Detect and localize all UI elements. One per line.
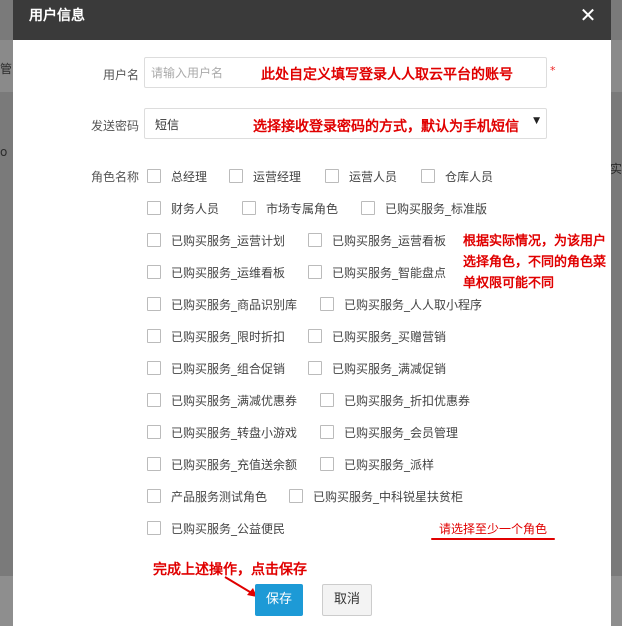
- role-label: 运营人员: [349, 169, 398, 184]
- checkbox-box[interactable]: [147, 393, 161, 407]
- role-checkbox[interactable]: 已购买服务_标准版: [361, 199, 487, 217]
- role-checkbox[interactable]: 已购买服务_运营看板: [308, 231, 446, 249]
- role-checkbox[interactable]: 总经理: [147, 167, 207, 185]
- role-label: 总经理: [171, 169, 208, 184]
- role-label: 已购买服务_会员管理: [344, 425, 459, 440]
- roles-validation-hint: 请选择至少一个角色: [439, 522, 548, 536]
- checkbox-box[interactable]: [320, 393, 334, 407]
- checkbox-box[interactable]: [242, 201, 256, 215]
- roles-annotation: 根据实际情况，为该用户选择角色，不同的角色菜单权限可能不同: [463, 234, 607, 291]
- close-icon[interactable]: ✕: [579, 5, 597, 25]
- checkbox-box[interactable]: [147, 201, 161, 215]
- username-label: 用户名: [102, 68, 139, 82]
- chevron-down-icon: ▼: [533, 116, 540, 126]
- checkbox-box[interactable]: [361, 201, 375, 215]
- checkbox-box[interactable]: [147, 521, 161, 535]
- role-label: 仓库人员: [445, 169, 494, 184]
- role-checkbox[interactable]: 已购买服务_运维看板: [147, 263, 285, 281]
- role-checkbox[interactable]: 已购买服务_买赠营销: [308, 327, 446, 345]
- checkbox-box[interactable]: [308, 329, 322, 343]
- checkbox-box[interactable]: [229, 169, 243, 183]
- role-checkbox[interactable]: 产品服务测试角色: [147, 487, 267, 505]
- role-checkbox[interactable]: 已购买服务_充值送余额: [147, 455, 297, 473]
- role-checkbox[interactable]: 已购买服务_满减促销: [308, 359, 446, 377]
- checkbox-box[interactable]: [308, 361, 322, 375]
- dialog-title: 用户信息: [29, 8, 85, 24]
- role-label: 已购买服务_运营计划: [171, 233, 286, 248]
- background-text: 实: [609, 162, 622, 176]
- save-button[interactable]: 保存: [255, 584, 303, 616]
- background-text: 管: [0, 62, 13, 76]
- role-checkbox[interactable]: 已购买服务_商品识别库: [147, 295, 297, 313]
- password-send-label: 发送密码: [90, 119, 139, 133]
- role-label: 已购买服务_公益便民: [171, 521, 286, 536]
- checkbox-box[interactable]: [147, 489, 161, 503]
- role-label: 运营经理: [253, 169, 302, 184]
- role-label: 已购买服务_运维看板: [171, 265, 286, 280]
- checkbox-box[interactable]: [147, 457, 161, 471]
- hint-underline: [431, 538, 555, 540]
- role-checkbox[interactable]: 市场专属角色: [242, 199, 338, 217]
- role-label: 已购买服务_转盘小游戏: [171, 425, 298, 440]
- role-label: 已购买服务_派样: [344, 457, 435, 472]
- role-checkbox[interactable]: 已购买服务_满减优惠券: [147, 391, 297, 409]
- role-label: 市场专属角色: [266, 201, 339, 216]
- role-checkbox[interactable]: 已购买服务_智能盘点: [308, 263, 446, 281]
- role-checkbox[interactable]: 已购买服务_组合促销: [147, 359, 285, 377]
- checkbox-box[interactable]: [308, 233, 322, 247]
- required-mark: *: [550, 64, 556, 77]
- role-checkbox[interactable]: 已购买服务_限时折扣: [147, 327, 285, 345]
- role-label: 已购买服务_中科锐星扶贫柜: [313, 489, 464, 504]
- role-checkbox[interactable]: 已购买服务_公益便民: [147, 519, 285, 537]
- checkbox-box[interactable]: [147, 361, 161, 375]
- checkbox-box[interactable]: [147, 297, 161, 311]
- checkbox-box[interactable]: [147, 329, 161, 343]
- role-label: 已购买服务_运营看板: [332, 233, 447, 248]
- role-label: 已购买服务_标准版: [385, 201, 488, 216]
- checkbox-box[interactable]: [147, 233, 161, 247]
- role-label: 已购买服务_满减优惠券: [171, 393, 298, 408]
- cancel-button[interactable]: 取消: [322, 584, 372, 616]
- role-checkbox[interactable]: 已购买服务_中科锐星扶贫柜: [289, 487, 463, 505]
- select-value: 短信: [155, 118, 180, 132]
- role-label: 已购买服务_商品识别库: [171, 297, 298, 312]
- user-info-dialog: 用户信息 ✕ 用户名 此处自定义填写登录人人取云平台的账号 * 发送密码 短信 …: [13, 0, 611, 626]
- role-checkbox[interactable]: 已购买服务_运营计划: [147, 231, 285, 249]
- password-send-annotation: 选择接收登录密码的方式，默认为手机短信: [253, 119, 519, 135]
- checkbox-box[interactable]: [147, 425, 161, 439]
- checkbox-box[interactable]: [325, 169, 339, 183]
- checkbox-box[interactable]: [320, 457, 334, 471]
- role-label: 已购买服务_满减促销: [332, 361, 447, 376]
- role-checkbox[interactable]: 财务人员: [147, 199, 219, 217]
- role-label: 已购买服务_折扣优惠券: [344, 393, 471, 408]
- checkbox-box[interactable]: [289, 489, 303, 503]
- roles-label: 角色名称: [90, 170, 139, 184]
- background-text: o: [0, 145, 8, 159]
- role-label: 已购买服务_智能盘点: [332, 265, 447, 280]
- checkbox-box[interactable]: [421, 169, 435, 183]
- dialog-header: 用户信息 ✕: [13, 0, 611, 40]
- role-checkbox[interactable]: 运营人员: [325, 167, 397, 185]
- checkbox-box[interactable]: [308, 265, 322, 279]
- role-label: 已购买服务_组合促销: [171, 361, 286, 376]
- role-label: 已购买服务_充值送余额: [171, 457, 298, 472]
- role-checkbox[interactable]: 已购买服务_转盘小游戏: [147, 423, 297, 441]
- checkbox-box[interactable]: [320, 297, 334, 311]
- role-label: 已购买服务_限时折扣: [171, 329, 286, 344]
- role-checkbox[interactable]: 已购买服务_折扣优惠券: [320, 391, 470, 409]
- role-label: 已购买服务_买赠营销: [332, 329, 447, 344]
- checkbox-box[interactable]: [320, 425, 334, 439]
- role-label: 已购买服务_人人取小程序: [344, 297, 483, 312]
- role-label: 产品服务测试角色: [171, 489, 268, 504]
- role-checkbox[interactable]: 已购买服务_人人取小程序: [320, 295, 482, 313]
- role-checkbox[interactable]: 已购买服务_会员管理: [320, 423, 458, 441]
- role-checkbox[interactable]: 已购买服务_派样: [320, 455, 434, 473]
- checkbox-box[interactable]: [147, 265, 161, 279]
- role-checkbox[interactable]: 运营经理: [229, 167, 301, 185]
- checkbox-box[interactable]: [147, 169, 161, 183]
- username-annotation: 此处自定义填写登录人人取云平台的账号: [261, 67, 513, 83]
- role-label: 财务人员: [171, 201, 220, 216]
- role-checkbox[interactable]: 仓库人员: [421, 167, 493, 185]
